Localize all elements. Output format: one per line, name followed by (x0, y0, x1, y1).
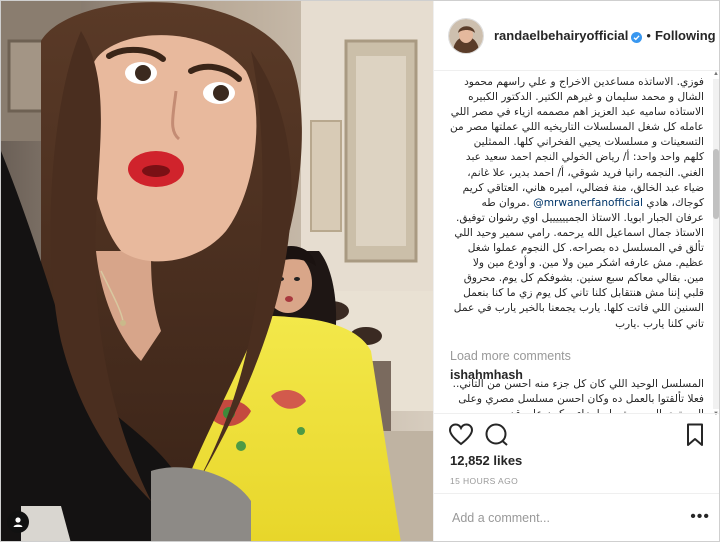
separator-dot: • (646, 28, 651, 43)
add-comment-bar: ••• (434, 493, 719, 541)
avatar[interactable] (448, 17, 484, 54)
scroll-up-arrow-icon[interactable]: ▲ (713, 71, 719, 77)
person-silhouette-icon[interactable] (7, 511, 29, 533)
action-bar (434, 413, 719, 453)
caption-text-part2: .مروان طه عرفان الجبار ابويا. الاستاذ ال… (453, 196, 704, 330)
add-comment-input[interactable] (450, 510, 684, 526)
bookmark-icon[interactable] (682, 422, 708, 448)
username-link[interactable]: randaelbehairyofficial (494, 28, 628, 43)
post-header: randaelbehairyofficial • Following (434, 1, 719, 71)
scrollbar-thumb[interactable] (713, 149, 719, 219)
scrollbar-track[interactable] (713, 79, 719, 409)
comment-text: المسلسل الوحيد اللي كان كل جزء منه احسن … (452, 378, 704, 413)
likes-count[interactable]: 12,852 likes (450, 453, 522, 468)
heart-outline-icon[interactable] (448, 422, 474, 448)
caption-text-part1: فوزي. الاساتذه مساعدين الاخراج و علي راس… (449, 76, 704, 209)
post-sidebar: randaelbehairyofficial • Following فوزي.… (433, 1, 719, 541)
instagram-post: randaelbehairyofficial • Following فوزي.… (0, 0, 720, 542)
verified-badge-icon (631, 30, 643, 43)
mention-link[interactable]: @mrwanerfanofficial (533, 197, 643, 209)
speech-bubble-icon[interactable] (484, 422, 510, 448)
following-button[interactable]: Following (655, 28, 716, 43)
post-photo[interactable] (1, 1, 433, 541)
caption-text: فوزي. الاساتذه مساعدين الاخراج و علي راس… (450, 75, 704, 332)
post-timestamp[interactable]: 15 HOURS AGO (450, 476, 518, 486)
load-more-comments-link[interactable]: Load more comments (450, 349, 571, 363)
selfie-photo-illustration (1, 1, 433, 541)
comments-scrollbar[interactable]: ▲ ▼ (713, 71, 719, 417)
more-options-icon[interactable]: ••• (690, 508, 710, 526)
comments-section[interactable]: فوزي. الاساتذه مساعدين الاخراج و علي راس… (434, 71, 719, 413)
